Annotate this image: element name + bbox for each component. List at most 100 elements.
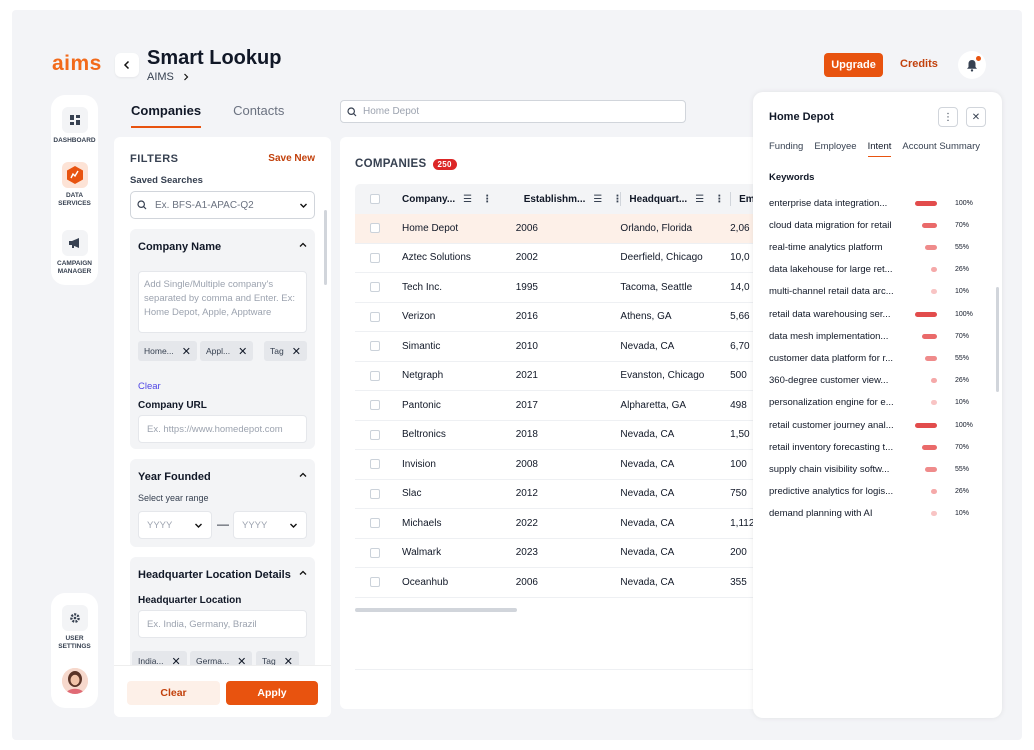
tab-companies[interactable]: Companies xyxy=(131,103,202,128)
filter-icon[interactable]: ☰ xyxy=(695,194,704,205)
row-checkbox[interactable] xyxy=(370,370,380,381)
cell-company[interactable]: Slac xyxy=(402,488,512,499)
horizontal-scrollbar[interactable] xyxy=(355,608,517,612)
table-row[interactable]: Oceanhub 2006 Nevada, CA 355 xyxy=(355,568,770,598)
clear-button[interactable]: Clear xyxy=(127,681,220,705)
year-from-select[interactable]: YYYY xyxy=(138,511,212,539)
sidebar-item-campaign-manager[interactable]: CAMPAIGN MANAGER xyxy=(51,230,98,276)
aims-logo[interactable]: aims xyxy=(52,52,102,76)
cell-headquarters: Nevada, CA xyxy=(620,547,675,559)
column-header-headquarters[interactable]: Headquart... ☰ ⋮ xyxy=(620,192,730,206)
tab-intent[interactable]: Intent xyxy=(867,141,892,157)
company-name-input[interactable]: Add Single/Multiple company's separated … xyxy=(138,271,307,333)
apply-button[interactable]: Apply xyxy=(226,681,318,705)
filter-chip[interactable]: Home... ✕ xyxy=(138,341,197,361)
cell-company[interactable]: Walmark xyxy=(402,547,512,558)
save-new-button[interactable]: Save New xyxy=(268,153,315,164)
detail-scrollbar[interactable] xyxy=(996,287,999,392)
row-checkbox[interactable] xyxy=(370,518,380,529)
cell-headquarters: Deerfield, Chicago xyxy=(620,252,703,264)
hq-location-input[interactable]: Ex. India, Germany, Brazil xyxy=(138,610,307,638)
row-checkbox[interactable] xyxy=(370,547,380,558)
cell-company[interactable]: Oceanhub xyxy=(402,577,512,588)
row-checkbox[interactable] xyxy=(370,400,380,411)
table-row[interactable]: Tech Inc. 1995 Tacoma, Seattle 14,0 xyxy=(355,273,770,303)
select-all-checkbox[interactable] xyxy=(370,194,380,204)
chevron-up-icon[interactable] xyxy=(299,569,307,579)
tab-employee[interactable]: Employee xyxy=(814,141,856,157)
tab-contacts[interactable]: Contacts xyxy=(233,103,284,128)
sidebar-item-dashboard[interactable]: DASHBOARD xyxy=(51,107,98,145)
credits-link[interactable]: Credits xyxy=(900,58,938,70)
tab-funding[interactable]: Funding xyxy=(769,141,803,157)
cell-company[interactable]: Simantic xyxy=(402,341,512,352)
close-icon[interactable]: ✕ xyxy=(292,345,301,358)
more-vertical-icon[interactable]: ⋮ xyxy=(714,194,724,205)
cell-company[interactable]: Tech Inc. xyxy=(402,282,512,293)
filters-scrollbar[interactable] xyxy=(324,210,327,285)
table-row[interactable]: Pantonic 2017 Alpharetta, GA 498 xyxy=(355,391,770,421)
clear-link[interactable]: Clear xyxy=(138,381,161,392)
filter-chip[interactable]: Appl... ✕ xyxy=(200,341,254,361)
cell-company[interactable]: Netgraph xyxy=(402,370,512,381)
row-checkbox[interactable] xyxy=(370,282,380,293)
row-checkbox[interactable] xyxy=(370,223,380,234)
year-range-dash: — xyxy=(217,517,229,531)
back-button[interactable] xyxy=(115,53,139,77)
table-row[interactable]: Michaels 2022 Nevada, CA 1,112 xyxy=(355,509,770,539)
row-checkbox[interactable] xyxy=(370,341,380,352)
table-row[interactable]: Walmark 2023 Nevada, CA 200 xyxy=(355,539,770,568)
table-row[interactable]: Simantic 2010 Nevada, CA 6,70 xyxy=(355,332,770,362)
filter-chip[interactable]: Tag ✕ xyxy=(264,341,307,361)
cell-company[interactable]: Aztec Solutions xyxy=(402,252,512,263)
table-row[interactable]: Invision 2008 Nevada, CA 100 xyxy=(355,450,770,480)
saved-searches-select[interactable]: Ex. BFS-A1-APAC-Q2 xyxy=(130,191,315,219)
cell-company[interactable]: Michaels xyxy=(402,518,512,529)
row-checkbox[interactable] xyxy=(370,459,380,470)
breadcrumb[interactable]: AIMS xyxy=(147,71,190,83)
filter-icon[interactable]: ☰ xyxy=(463,194,472,205)
cell-headquarters: Orlando, Florida xyxy=(620,222,693,234)
column-header-company[interactable]: Company... ☰ ⋮ xyxy=(402,194,512,205)
cell-company[interactable]: Invision xyxy=(402,459,512,470)
search-input[interactable]: Home Depot xyxy=(340,100,686,123)
row-checkbox[interactable] xyxy=(370,252,380,263)
table-row[interactable]: Slac 2012 Nevada, CA 750 xyxy=(355,480,770,509)
table-row[interactable]: Beltronics 2018 Nevada, CA 1,50 xyxy=(355,421,770,450)
close-button[interactable]: ✕ xyxy=(966,107,986,127)
row-checkbox[interactable] xyxy=(370,488,380,499)
close-icon[interactable]: ✕ xyxy=(182,345,191,358)
upgrade-button[interactable]: Upgrade xyxy=(824,53,883,77)
cell-company[interactable]: Home Depot xyxy=(402,223,512,234)
cell-company[interactable]: Beltronics xyxy=(402,429,512,440)
filter-icon[interactable]: ☰ xyxy=(593,194,602,205)
column-header-established[interactable]: Establishm... ☰ ⋮ xyxy=(512,192,621,206)
chevron-up-icon[interactable] xyxy=(299,471,307,481)
more-options-button[interactable]: ⋮ xyxy=(938,107,958,127)
table-row[interactable]: Aztec Solutions 2002 Deerfield, Chicago 10,… xyxy=(355,244,770,273)
cell-company[interactable]: Verizon xyxy=(402,311,512,322)
cell-company[interactable]: Pantonic xyxy=(402,400,512,411)
row-checkbox[interactable] xyxy=(370,311,380,322)
column-separator xyxy=(620,192,622,206)
avatar[interactable] xyxy=(62,668,88,694)
saved-searches-placeholder: Ex. BFS-A1-APAC-Q2 xyxy=(155,199,254,211)
row-checkbox[interactable] xyxy=(370,577,380,588)
tab-account-summary[interactable]: Account Summary xyxy=(902,141,980,157)
more-vertical-icon[interactable]: ⋮ xyxy=(482,194,492,205)
company-url-input[interactable]: Ex. https://www.homedepot.com xyxy=(138,415,307,443)
more-vertical-icon[interactable]: ⋮ xyxy=(612,194,620,205)
table-row[interactable]: Home Depot 2006 Orlando, Florida 2,06 xyxy=(355,214,770,244)
table-row[interactable]: Netgraph 2021 Evanston, Chicago 500 xyxy=(355,362,770,391)
table-row[interactable]: Verizon 2016 Athens, GA 5,66 xyxy=(355,303,770,332)
filters-title: FILTERS xyxy=(130,153,179,165)
chevron-left-icon xyxy=(123,60,130,70)
sidebar-item-data-services[interactable]: DATA SERVICES xyxy=(51,162,98,208)
row-checkbox[interactable] xyxy=(370,429,380,440)
year-to-select[interactable]: YYYY xyxy=(233,511,307,539)
sidebar-item-user-settings[interactable]: USER SETTINGS xyxy=(51,605,98,651)
close-icon[interactable]: ✕ xyxy=(238,345,247,358)
breadcrumb-item[interactable]: AIMS xyxy=(147,71,174,83)
notifications-button[interactable] xyxy=(958,51,986,79)
chevron-up-icon[interactable] xyxy=(299,241,307,251)
